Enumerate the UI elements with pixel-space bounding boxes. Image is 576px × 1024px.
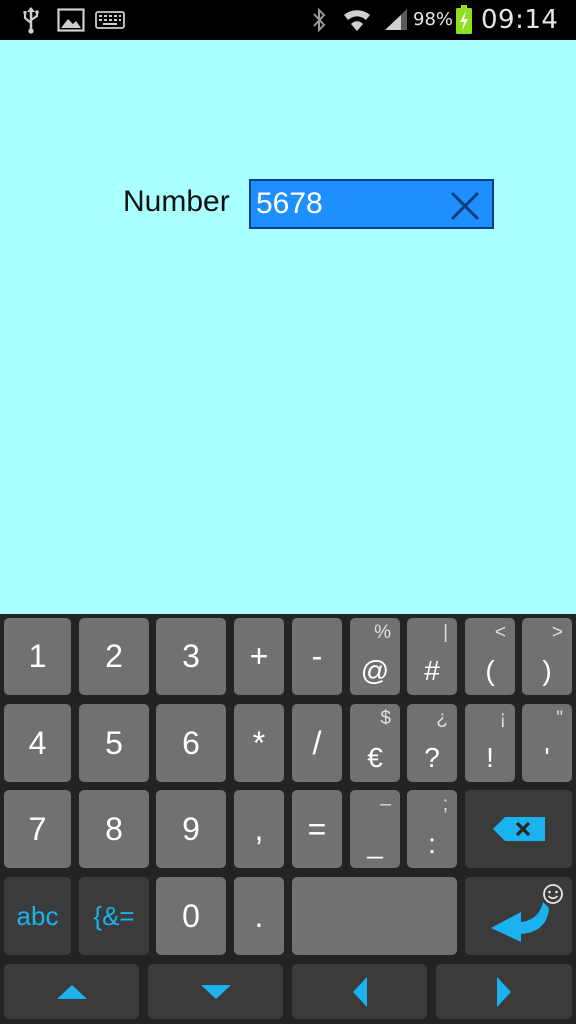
backspace-icon <box>492 817 545 841</box>
key-sublabel: % <box>374 622 391 643</box>
key-label: 8 <box>105 810 123 847</box>
signal-icon <box>382 6 410 34</box>
enter-button[interactable] <box>465 877 572 955</box>
abc-mode-key[interactable]: abc <box>4 877 71 955</box>
number-label: Number <box>123 185 230 218</box>
arrow-down-key[interactable] <box>148 964 283 1019</box>
battery-charging-icon <box>453 5 475 34</box>
key-label: abc <box>16 900 59 931</box>
key-label: _ <box>367 828 383 859</box>
key-label: ' <box>544 742 550 773</box>
key-sublabel: " <box>556 708 563 729</box>
app-content: Number 5678 <box>0 40 576 614</box>
key-hash[interactable]: | # <box>407 618 457 695</box>
key-sublabel: ¡ <box>499 708 506 729</box>
clear-icon[interactable] <box>450 191 480 221</box>
key-4[interactable]: 4 <box>4 704 71 782</box>
arrow-up-key[interactable] <box>4 964 139 1019</box>
key-sublabel: $ <box>380 708 391 729</box>
arrow-up-icon <box>56 984 87 999</box>
key-slash[interactable]: / <box>292 704 342 782</box>
enter-icon <box>490 902 549 942</box>
arrow-left-key[interactable] <box>292 964 427 1019</box>
space-key[interactable] <box>292 877 457 955</box>
usb-icon <box>20 6 42 34</box>
key-label: / <box>312 724 322 761</box>
key-label: , <box>254 810 264 847</box>
key-label: # <box>424 655 440 686</box>
bluetooth-icon <box>310 6 328 34</box>
status-bar: 98% 09:14 <box>0 0 576 40</box>
key-1[interactable]: 1 <box>4 618 71 695</box>
key-label: ( <box>485 655 495 686</box>
emoji-icon <box>542 883 564 910</box>
number-input-value: 5678 <box>256 187 323 220</box>
backspace-button[interactable] <box>465 790 572 868</box>
key-label: 1 <box>28 638 47 674</box>
key-5[interactable]: 5 <box>79 704 149 782</box>
key-label: @ <box>360 655 390 686</box>
key-close-paren[interactable]: >) <box>522 618 572 695</box>
keyboard-icon <box>95 6 125 34</box>
key-open-paren[interactable]: <( <box>465 618 515 695</box>
key-label: 3 <box>182 638 200 674</box>
key-sublabel: ¿ <box>436 708 448 729</box>
symbols-mode-key[interactable]: {&= <box>79 877 149 955</box>
key-euro[interactable]: $ € <box>350 704 400 782</box>
key-0[interactable]: 0 <box>156 877 226 955</box>
key-label: {&= <box>93 900 135 931</box>
key-apostrophe[interactable]: " ' <box>522 704 572 782</box>
key-label: : <box>428 828 436 859</box>
key-label: 4 <box>28 724 47 761</box>
key-label: + <box>249 638 269 674</box>
key-question[interactable]: ¿? <box>407 704 457 782</box>
key-period[interactable]: . <box>234 877 284 955</box>
image-icon <box>56 6 86 34</box>
key-label: 2 <box>105 638 123 674</box>
arrow-down-icon <box>200 984 231 999</box>
key-8[interactable]: 8 <box>79 790 149 868</box>
key-equals[interactable]: = <box>292 790 342 868</box>
key-3[interactable]: 3 <box>156 618 226 695</box>
key-colon[interactable]: ;: <box>407 790 457 868</box>
key-minus[interactable]: - <box>292 618 342 695</box>
key-label: = <box>307 810 327 847</box>
arrow-right-key[interactable] <box>436 964 572 1019</box>
key-label: 6 <box>182 724 200 761</box>
key-sublabel: – <box>380 794 391 815</box>
arrow-left-icon <box>352 976 367 1007</box>
key-7[interactable]: 7 <box>4 790 71 868</box>
key-9[interactable]: 9 <box>156 790 226 868</box>
key-label: ! <box>486 742 494 773</box>
key-asterisk[interactable]: * <box>234 704 284 782</box>
key-sublabel: ; <box>442 794 448 815</box>
battery-percent: 98% <box>413 9 454 30</box>
key-sublabel: | <box>443 622 448 643</box>
wifi-icon <box>342 6 372 34</box>
key-comma[interactable]: , <box>234 790 284 868</box>
key-6[interactable]: 6 <box>156 704 226 782</box>
key-label: 0 <box>182 897 200 934</box>
key-plus[interactable]: + <box>234 618 284 695</box>
clock: 09:14 <box>481 5 559 35</box>
key-at[interactable]: % @ <box>350 618 400 695</box>
key-label: ) <box>542 655 552 686</box>
key-sublabel: > <box>551 622 563 643</box>
key-label: 9 <box>182 810 200 847</box>
key-label: € <box>367 742 383 773</box>
key-label: . <box>254 897 264 934</box>
key-label: ? <box>424 742 440 773</box>
key-label: 7 <box>28 810 47 847</box>
key-label: - <box>311 638 323 674</box>
arrow-right-icon <box>497 976 511 1007</box>
key-underscore[interactable]: – _ <box>350 790 400 868</box>
soft-keyboard: 1 2 3 + - % @ | # <( >) 4 5 6 * / $ € ¿? ¡!… <box>0 614 576 1024</box>
key-exclamation[interactable]: ¡! <box>465 704 515 782</box>
key-sublabel: < <box>494 622 506 643</box>
key-2[interactable]: 2 <box>79 618 149 695</box>
number-input[interactable]: 5678 <box>249 179 494 229</box>
key-label: 5 <box>105 724 123 761</box>
key-label: * <box>252 724 266 761</box>
